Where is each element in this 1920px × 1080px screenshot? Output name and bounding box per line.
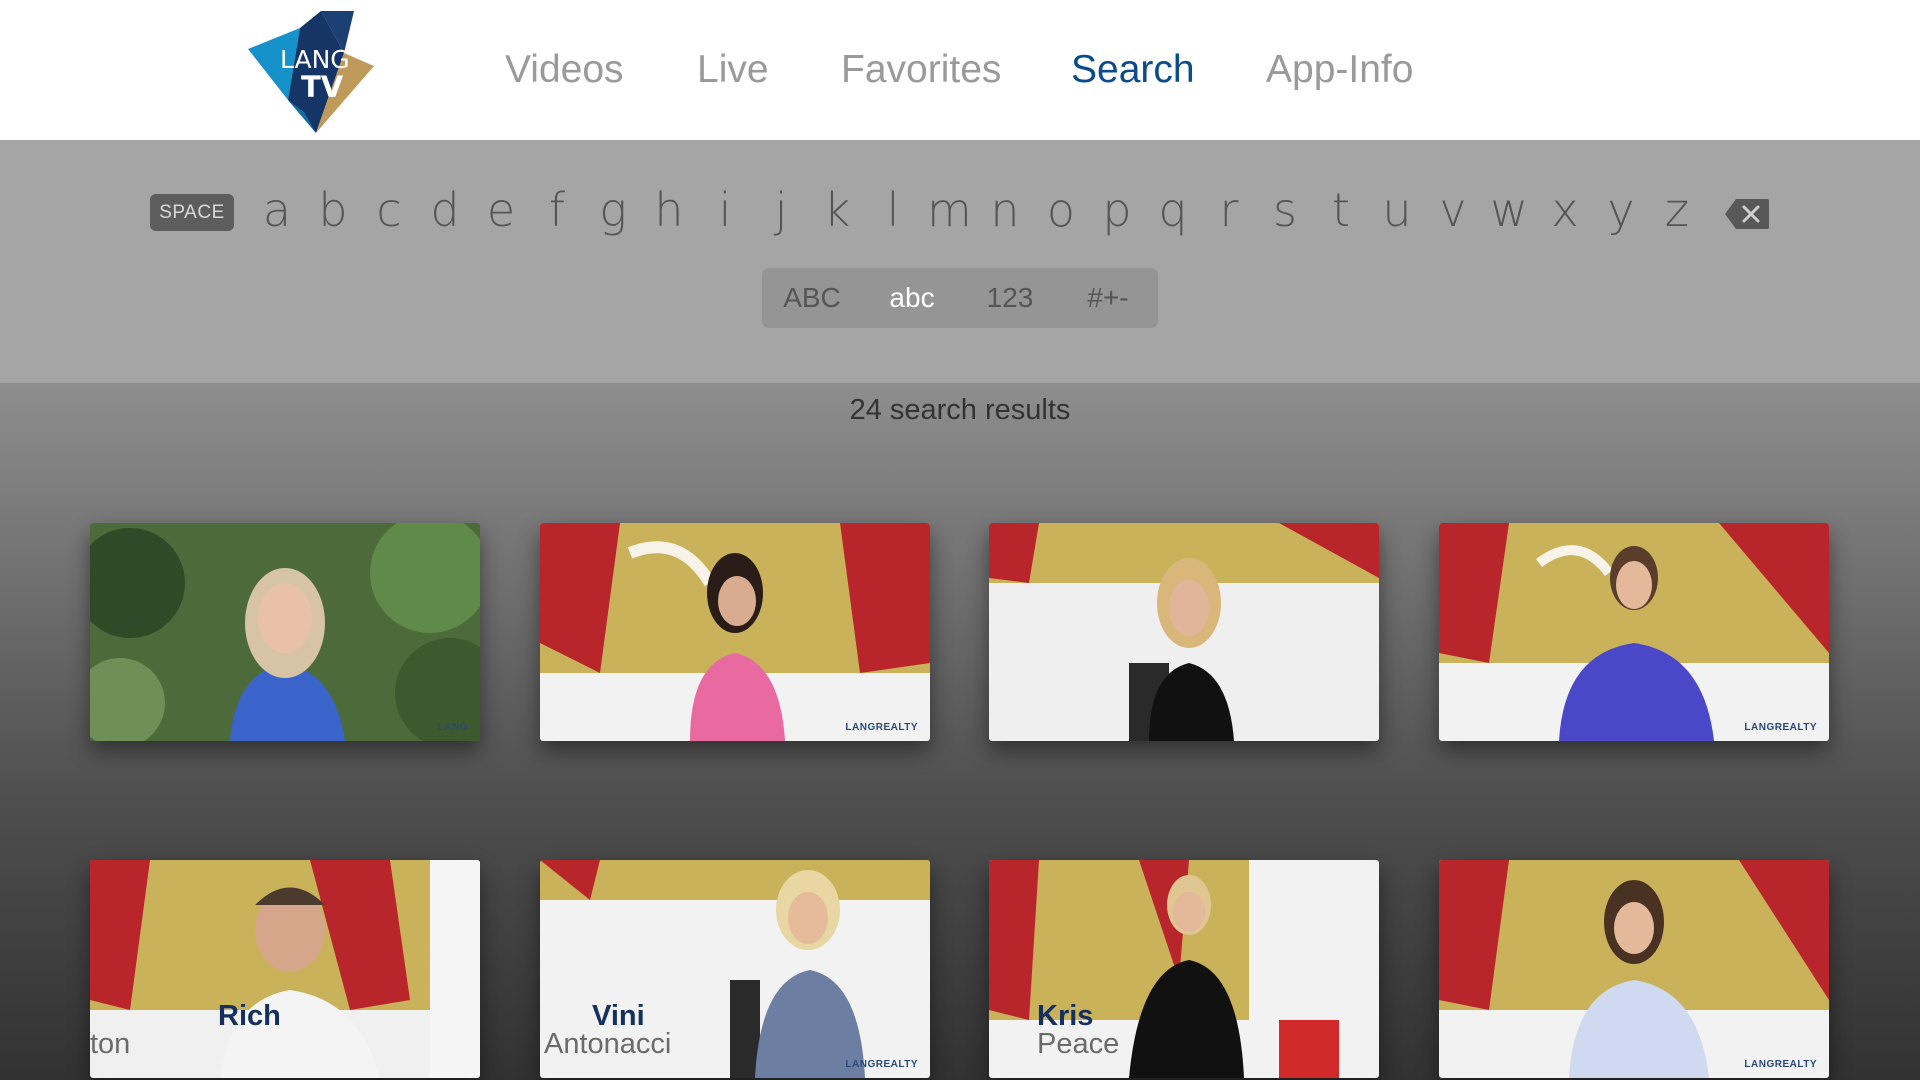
key-e[interactable]: e [479,180,523,240]
key-i[interactable]: i [703,180,747,240]
keyboard-mode-switcher: ABC abc 123 #+- [762,268,1158,328]
key-l[interactable]: l [871,180,915,240]
search-results: 24 search results LANG LANGREALTY LANGRE… [0,383,1920,1080]
mode-uppercase[interactable]: ABC [770,268,854,328]
key-h[interactable]: h [647,180,691,240]
nav-search[interactable]: Search [1071,40,1195,100]
logo-text-bottom: TV [301,70,344,104]
video-thumbnail[interactable]: LANGREALTY [1439,860,1829,1078]
presenter-last-name: Antonacci [544,1028,672,1060]
key-y[interactable]: y [1599,180,1643,240]
video-thumbnail[interactable] [989,523,1379,741]
video-watermark: LANGREALTY [845,1059,918,1070]
key-m[interactable]: m [927,180,972,240]
video-thumbnail[interactable]: LANGREALTY [1439,523,1829,741]
nav-videos[interactable]: Videos [505,40,624,100]
mode-symbols[interactable]: #+- [1066,268,1150,328]
key-j[interactable]: j [759,180,803,240]
nav-live[interactable]: Live [697,40,769,100]
nav-app-info[interactable]: App-Info [1266,40,1413,100]
key-b[interactable]: b [311,180,355,240]
key-c[interactable]: c [367,180,411,240]
lang-tv-logo: LANG TV [246,8,376,133]
key-u[interactable]: u [1375,180,1419,240]
key-f[interactable]: f [535,180,579,240]
backspace-icon[interactable] [1724,198,1770,230]
space-key[interactable]: SPACE [150,194,234,231]
key-o[interactable]: o [1039,180,1083,240]
key-g[interactable]: g [591,180,635,240]
top-navigation-bar: LANG TV Videos Live Favorites Search App… [0,0,1920,140]
presenter-last-name: Peace [1037,1028,1120,1060]
search-keyboard: SPACE a b c d e f g h i j k l m n o p q … [0,140,1920,383]
key-w[interactable]: w [1487,180,1531,240]
mode-lowercase[interactable]: abc [870,268,954,328]
presenter-first-name: Rich [218,1000,281,1032]
key-z[interactable]: z [1655,180,1699,240]
video-thumbnail[interactable]: LANGREALTY [540,523,930,741]
video-thumbnail[interactable]: Vini Antonacci LANGREALTY [540,860,930,1078]
video-thumbnail[interactable]: Rich ton [90,860,480,1078]
key-d[interactable]: d [423,180,467,240]
nav-favorites[interactable]: Favorites [841,40,1001,100]
key-s[interactable]: s [1263,180,1307,240]
key-q[interactable]: q [1151,180,1195,240]
key-a[interactable]: a [255,180,299,240]
key-v[interactable]: v [1431,180,1475,240]
key-t[interactable]: t [1319,180,1363,240]
key-n[interactable]: n [983,180,1027,240]
key-p[interactable]: p [1095,180,1139,240]
key-r[interactable]: r [1207,180,1251,240]
key-x[interactable]: x [1543,180,1587,240]
results-count: 24 search results [849,394,1071,426]
key-k[interactable]: k [815,180,859,240]
video-watermark: LANGREALTY [1744,1059,1817,1070]
mode-numbers[interactable]: 123 [968,268,1052,328]
video-thumbnail[interactable]: Kris Peace [989,860,1379,1078]
video-watermark: LANG [437,722,468,733]
video-watermark: LANGREALTY [1744,722,1817,733]
video-watermark: LANGREALTY [845,722,918,733]
video-thumbnail[interactable]: LANG [90,523,480,741]
presenter-last-name: ton [90,1028,131,1060]
